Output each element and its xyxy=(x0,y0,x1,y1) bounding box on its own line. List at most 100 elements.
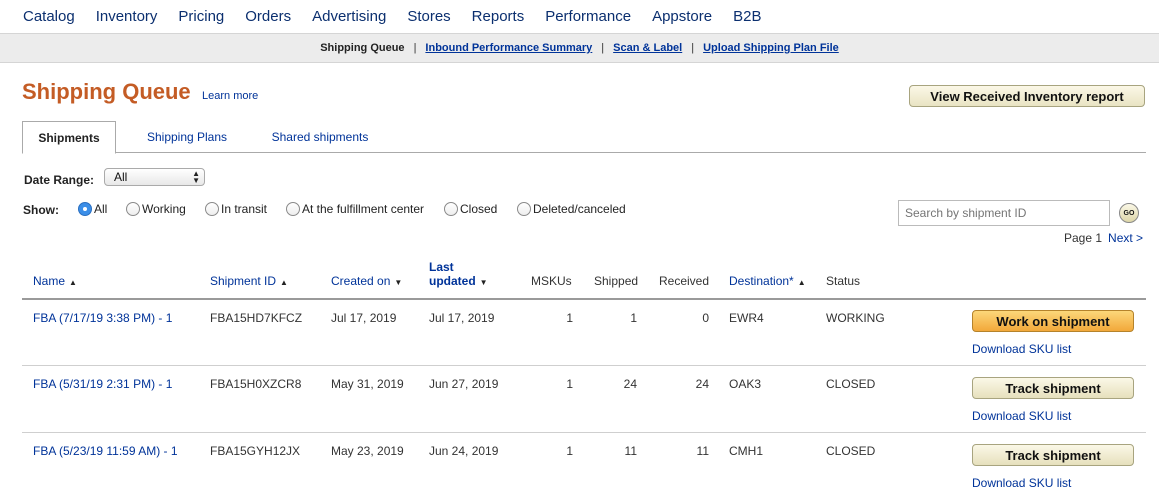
nav-reports[interactable]: Reports xyxy=(472,8,525,25)
col-header-shipment-id[interactable]: Shipment ID ▲ xyxy=(210,274,288,288)
updated-date: Jun 27, 2019 xyxy=(429,377,499,391)
subnav-separator: | xyxy=(601,42,605,54)
shipment-name-link[interactable]: FBA (5/31/19 2:31 PM) - 1 xyxy=(33,377,172,391)
destination-value: OAK3 xyxy=(729,377,762,391)
sort-asc-icon: ▲ xyxy=(797,278,806,287)
shipment-id: FBA15HD7KFCZ xyxy=(210,311,303,325)
tab-shipping-plans[interactable]: Shipping Plans xyxy=(132,121,242,153)
col-header-last-updated[interactable]: Last updated ▼ xyxy=(429,260,488,290)
nav-pricing[interactable]: Pricing xyxy=(178,8,224,25)
sort-desc-icon: ▼ xyxy=(479,278,488,287)
radio-at-fulfillment-center[interactable]: At the fulfillment center xyxy=(286,202,424,216)
track-shipment-button[interactable]: Track shipment xyxy=(972,377,1134,399)
col-header-mskus: MSKUs xyxy=(531,274,572,288)
download-sku-list-link[interactable]: Download SKU list xyxy=(972,409,1071,423)
download-sku-list-link[interactable]: Download SKU list xyxy=(972,476,1071,490)
subnav-inbound-performance-link[interactable]: Inbound Performance Summary xyxy=(425,42,592,54)
col-header-shipped: Shipped xyxy=(594,274,639,288)
nav-performance[interactable]: Performance xyxy=(545,8,631,25)
radio-unchecked-icon xyxy=(517,202,531,216)
page-indicator: Page 1 xyxy=(1064,231,1103,245)
created-date: May 23, 2019 xyxy=(331,444,404,458)
subnav-separator: | xyxy=(691,42,695,54)
sub-nav: Shipping Queue | Inbound Performance Sum… xyxy=(0,33,1159,63)
updated-date: Jul 17, 2019 xyxy=(429,311,495,325)
updated-date: Jun 24, 2019 xyxy=(429,444,499,458)
col-header-name[interactable]: Name ▲ xyxy=(33,274,77,288)
sort-asc-icon: ▲ xyxy=(69,278,77,287)
page-title: Shipping Queue xyxy=(22,79,191,104)
mskus-value: 1 xyxy=(566,311,573,325)
radio-working-label: Working xyxy=(142,202,186,216)
shipment-name-link[interactable]: FBA (7/17/19 3:38 PM) - 1 xyxy=(33,311,172,325)
col-header-created-on[interactable]: Created on ▼ xyxy=(331,274,402,288)
tab-shipments[interactable]: Shipments xyxy=(22,121,116,154)
nav-orders[interactable]: Orders xyxy=(245,8,291,25)
track-shipment-button[interactable]: Track shipment xyxy=(972,444,1134,466)
learn-more-link[interactable]: Learn more xyxy=(202,90,258,102)
shipment-search-input[interactable] xyxy=(898,200,1110,226)
col-header-shipment-id-label: Shipment ID xyxy=(210,274,277,288)
radio-unchecked-icon xyxy=(205,202,219,216)
radio-unchecked-icon xyxy=(126,202,140,216)
radio-closed[interactable]: Closed xyxy=(444,202,497,216)
sort-desc-icon: ▼ xyxy=(394,278,403,287)
row-divider xyxy=(22,432,1146,433)
radio-deleted-label: Deleted/canceled xyxy=(533,202,626,216)
radio-unchecked-icon xyxy=(444,202,458,216)
shipment-id: FBA15GYH12JX xyxy=(210,444,301,458)
status-value: CLOSED xyxy=(826,444,876,458)
col-header-last-updated-line1: Last xyxy=(429,260,454,274)
date-range-label: Date Range: xyxy=(24,173,95,187)
shipped-value: 11 xyxy=(624,444,637,458)
radio-in-transit[interactable]: In transit xyxy=(205,202,267,216)
nav-stores[interactable]: Stores xyxy=(407,8,450,25)
radio-at-fc-label: At the fulfillment center xyxy=(302,202,425,216)
radio-working[interactable]: Working xyxy=(126,202,186,216)
shipment-id: FBA15H0XZCR8 xyxy=(210,377,302,391)
col-header-destination-label: Destination* xyxy=(729,274,794,288)
tab-bar: Shipments Shipping Plans Shared shipment… xyxy=(22,121,1146,154)
nav-b2b[interactable]: B2B xyxy=(733,8,761,25)
radio-unchecked-icon xyxy=(286,202,300,216)
received-value: 0 xyxy=(702,311,709,325)
tab-shared-shipments[interactable]: Shared shipments xyxy=(260,121,380,153)
select-arrows-icon: ▲ ▼ xyxy=(192,169,200,185)
work-on-shipment-button[interactable]: Work on shipment xyxy=(972,310,1134,332)
destination-value: CMH1 xyxy=(729,444,764,458)
mskus-value: 1 xyxy=(566,444,573,458)
nav-appstore[interactable]: Appstore xyxy=(652,8,712,25)
status-value: WORKING xyxy=(826,311,885,325)
subnav-separator: | xyxy=(413,42,417,54)
top-nav: Catalog Inventory Pricing Orders Adverti… xyxy=(0,0,1159,33)
shipment-name-link[interactable]: FBA (5/23/19 11:59 AM) - 1 xyxy=(33,444,178,458)
radio-all[interactable]: All xyxy=(78,202,107,216)
date-range-value: All xyxy=(114,170,128,184)
show-label: Show: xyxy=(23,203,59,217)
nav-advertising[interactable]: Advertising xyxy=(312,8,386,25)
row-divider xyxy=(22,365,1146,366)
subnav-scan-label-link[interactable]: Scan & Label xyxy=(613,42,682,54)
nav-inventory[interactable]: Inventory xyxy=(96,8,158,25)
col-header-destination[interactable]: Destination* ▲ xyxy=(729,274,806,288)
subnav-upload-plan-link[interactable]: Upload Shipping Plan File xyxy=(703,42,839,54)
col-header-received: Received xyxy=(659,274,710,288)
status-value: CLOSED xyxy=(826,377,876,391)
view-received-inventory-button[interactable]: View Received Inventory report xyxy=(909,85,1145,107)
mskus-value: 1 xyxy=(566,377,573,391)
col-header-status: Status xyxy=(826,274,861,288)
destination-value: EWR4 xyxy=(729,311,764,325)
radio-checked-icon xyxy=(78,202,92,216)
go-button[interactable]: GO xyxy=(1119,203,1139,223)
shipped-value: 24 xyxy=(623,377,637,391)
next-page-link[interactable]: Next > xyxy=(1108,231,1143,245)
received-value: 11 xyxy=(696,444,709,458)
download-sku-list-link[interactable]: Download SKU list xyxy=(972,342,1071,356)
radio-in-transit-label: In transit xyxy=(221,202,268,216)
radio-deleted-canceled[interactable]: Deleted/canceled xyxy=(517,202,626,216)
nav-catalog[interactable]: Catalog xyxy=(23,8,75,25)
radio-closed-label: Closed xyxy=(460,202,498,216)
shipped-value: 1 xyxy=(630,311,637,325)
date-range-select[interactable]: All ▲ ▼ xyxy=(104,168,205,186)
pager: Page 1 Next > xyxy=(1064,231,1143,245)
